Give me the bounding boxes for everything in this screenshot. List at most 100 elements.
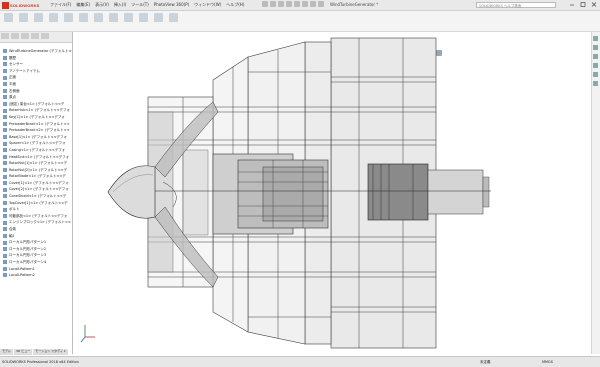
- menu-view[interactable]: 表示(V): [95, 2, 109, 8]
- menu-file[interactable]: ファイル(F): [50, 2, 71, 8]
- assembly-features-icon[interactable]: [94, 13, 103, 22]
- menu-insert[interactable]: 挿入(I): [114, 2, 126, 8]
- graphics-area[interactable]: [73, 32, 600, 354]
- component-icon: [3, 233, 7, 238]
- menu-window[interactable]: ウィンドウ(W): [194, 2, 221, 8]
- options-icon[interactable]: [318, 1, 324, 7]
- feature-tree-icon[interactable]: [1, 33, 9, 39]
- status-product: SOLIDWORKS Professional 2018 x64 Edition: [2, 360, 79, 364]
- status-units[interactable]: MMGS: [542, 360, 553, 364]
- component-icon: [3, 200, 7, 205]
- tree-item[interactable]: ConeShield<1> (デフォルト<<デ: [0, 193, 72, 200]
- tree-item[interactable]: 履歴: [0, 55, 72, 62]
- tab-motion-study[interactable]: モーション スタディ 1: [33, 349, 68, 355]
- rebuild-icon[interactable]: [310, 1, 316, 7]
- tree-item[interactable]: 原点: [0, 94, 72, 101]
- tree-item[interactable]: LocalLPattern1: [0, 266, 72, 273]
- mate-icon[interactable]: [19, 13, 28, 22]
- close-icon[interactable]: [590, 1, 598, 8]
- insert-component-icon[interactable]: [4, 13, 13, 22]
- status-bar: SOLIDWORKS Professional 2018 x64 Edition…: [0, 356, 600, 367]
- component-icon: [3, 167, 7, 172]
- tree-item-label: RotorHub<1> (デフォルト<<デフォ: [9, 108, 70, 113]
- tree-item[interactable]: エンジンブロック<1> (デフォルト<<: [0, 219, 72, 226]
- instant3d-icon[interactable]: [169, 13, 178, 22]
- tree-item[interactable]: RotorNut[2]<1> (デフォルト<<デ: [0, 167, 72, 174]
- configuration-icon[interactable]: [21, 33, 29, 39]
- tree-item[interactable]: RotorHub<1> (デフォルト<<デフォ: [0, 107, 72, 114]
- dimxpert-icon[interactable]: [31, 33, 39, 39]
- tree-item-label: (固定) 架台<1> (デフォルト<<デ: [9, 101, 65, 106]
- tree-item[interactable]: TopCover[1]<1> (デフォルト<<デ: [0, 200, 72, 207]
- smart-fasteners-icon[interactable]: [49, 13, 58, 22]
- undo-icon[interactable]: [294, 1, 300, 7]
- tree-item[interactable]: 可動部品<1> (デフォルト<<デフォ: [0, 213, 72, 220]
- tree-item[interactable]: 平面: [0, 81, 72, 88]
- appearances-icon[interactable]: [593, 72, 598, 77]
- tree-item[interactable]: アノテートアイテム: [0, 68, 72, 75]
- maximize-icon[interactable]: [579, 1, 587, 8]
- tree-item[interactable]: 正面: [0, 74, 72, 81]
- title-bar: SOLIDWORKS ファイル(F) 編集(E) 表示(V) 挿入(I) ツール…: [0, 0, 600, 11]
- open-icon[interactable]: [270, 1, 276, 7]
- select-icon[interactable]: [302, 1, 308, 7]
- design-library-icon[interactable]: [593, 45, 598, 50]
- tree-item[interactable]: ボルト: [0, 206, 72, 213]
- save-icon[interactable]: [278, 1, 284, 7]
- tree-item[interactable]: ローカル円形パターン2: [0, 246, 72, 253]
- help-search-input[interactable]: SOLIDWORKS ヘルプ検索: [476, 2, 556, 8]
- tree-item[interactable]: Cover[1]<1> (デフォルト<<デフォ: [0, 180, 72, 187]
- minimize-icon[interactable]: [568, 1, 576, 8]
- tree-item[interactable]: ローカル円形パターン3: [0, 252, 72, 259]
- tree-item[interactable]: 合致: [0, 226, 72, 233]
- tab-3d-view[interactable]: 3D ビュー: [14, 349, 33, 355]
- bill-of-materials-icon[interactable]: [139, 13, 148, 22]
- tree-item[interactable]: LocalLPattern2: [0, 272, 72, 279]
- logo-mark-icon: [2, 1, 9, 9]
- tab-model[interactable]: モデル: [0, 349, 14, 355]
- view-palette-icon[interactable]: [593, 63, 598, 68]
- tree-item[interactable]: Casing<1> (デフォルト<<デフォ: [0, 147, 72, 154]
- menu-photoview[interactable]: PhotoView 360(P): [154, 2, 189, 8]
- tree-item-label: 平面: [9, 81, 16, 86]
- tree-item[interactable]: Key[1]<1> (デフォルト<<デフォ: [0, 114, 72, 121]
- tree-item[interactable]: Base[1]<1> (デフォルト<<デフォ: [0, 134, 72, 141]
- tree-item[interactable]: RotorBlade<1> (デフォルト<<デ: [0, 173, 72, 180]
- component-icon: [3, 115, 7, 120]
- tree-item[interactable]: センサー: [0, 61, 72, 68]
- print-icon[interactable]: [286, 1, 292, 7]
- tree-item[interactable]: 右側面: [0, 88, 72, 95]
- file-explorer-icon[interactable]: [593, 54, 598, 59]
- solidworks-logo[interactable]: SOLIDWORKS: [2, 1, 40, 9]
- component-icon: [3, 240, 7, 245]
- linear-pattern-icon[interactable]: [34, 13, 43, 22]
- component-icon: [3, 174, 7, 179]
- move-component-icon[interactable]: [64, 13, 73, 22]
- reference-geometry-icon[interactable]: [109, 13, 118, 22]
- tree-item-label: 履歴: [9, 55, 16, 60]
- tree-item[interactable]: Spacer<1> (デフォルト<<デフォ: [0, 140, 72, 147]
- menu-tools[interactable]: ツール(T): [131, 2, 149, 8]
- tree-item[interactable]: (固定) 架台<1> (デフォルト<<デ: [0, 101, 72, 108]
- tree-item[interactable]: PreloaderBrack<2> (デフォルト<<: [0, 127, 72, 134]
- component-icon: [3, 187, 7, 192]
- tree-item[interactable]: WindTurbineGenerator (デフォルト<デ: [0, 48, 72, 55]
- custom-properties-icon[interactable]: [593, 81, 598, 86]
- menu-help[interactable]: ヘルプ(H): [226, 2, 244, 8]
- new-icon[interactable]: [262, 1, 268, 7]
- tree-item[interactable]: Cover[2]<1> (デフォルト<<デフォ: [0, 186, 72, 193]
- display-manager-icon[interactable]: [41, 33, 49, 39]
- tree-item[interactable]: 軸1: [0, 233, 72, 240]
- tree-item[interactable]: HeatSink<1> (デフォルト<<デフォ: [0, 154, 72, 161]
- solidworks-resources-icon[interactable]: [593, 36, 598, 41]
- menu-edit[interactable]: 編集(E): [76, 2, 90, 8]
- tree-item[interactable]: PreloaderBrack<1> (デフォルト<<: [0, 121, 72, 128]
- tree-item[interactable]: RotorNut[1]<1> (デフォルト<<デ: [0, 160, 72, 167]
- tree-item[interactable]: ローカル円形パターン1: [0, 239, 72, 246]
- component-icon: [3, 128, 7, 133]
- show-hidden-icon[interactable]: [79, 13, 88, 22]
- property-manager-icon[interactable]: [11, 33, 19, 39]
- new-motion-study-icon[interactable]: [124, 13, 133, 22]
- tree-item[interactable]: ローカル円形パターン4: [0, 259, 72, 266]
- exploded-view-icon[interactable]: [154, 13, 163, 22]
